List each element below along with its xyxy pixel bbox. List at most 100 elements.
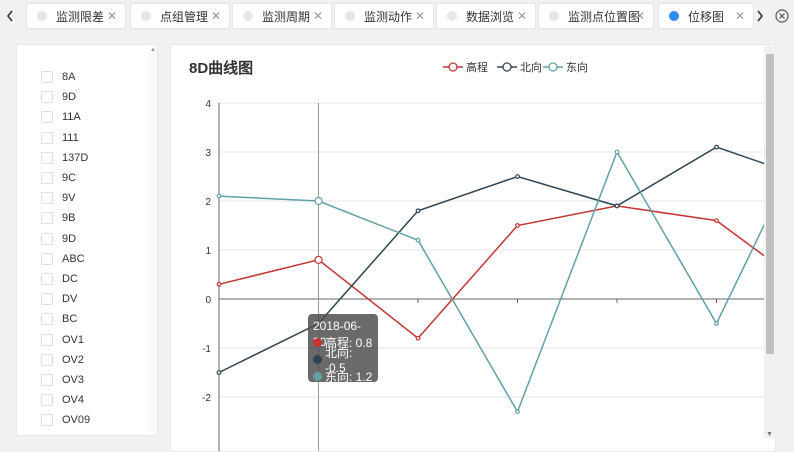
point-checkbox[interactable]: [41, 374, 53, 386]
scroll-down-icon[interactable]: ▼: [766, 431, 773, 438]
y-tick-label: 3: [205, 148, 211, 159]
tab-4[interactable]: 数据浏览 ✕: [436, 3, 536, 29]
tab-status-dot: [345, 11, 355, 21]
point-checkbox[interactable]: [41, 313, 53, 326]
point-label: DC: [62, 273, 78, 285]
point-list-item[interactable]: OV1: [41, 332, 84, 348]
data-point: [314, 196, 323, 206]
tab-label: 位移图: [688, 9, 725, 24]
point-label: OV2: [62, 353, 85, 366]
tab-0[interactable]: 监测限差 ✕: [26, 3, 126, 29]
point-checkbox[interactable]: [41, 333, 53, 346]
y-tick-label: 4: [205, 99, 211, 110]
tab-3[interactable]: 监测动作 ✕: [334, 3, 434, 29]
point-list-item[interactable]: OV09: [41, 412, 90, 428]
point-list-item[interactable]: OV57: [41, 433, 90, 435]
point-list-item[interactable]: OV2: [41, 352, 84, 368]
point-list-item[interactable]: ABC: [41, 251, 85, 267]
tab-1[interactable]: 点组管理 ✕: [130, 3, 230, 29]
point-checkbox[interactable]: [41, 192, 53, 205]
point-list-item[interactable]: 137D: [41, 150, 88, 166]
point-checkbox[interactable]: [41, 131, 53, 144]
tab-status-dot: [549, 11, 559, 21]
point-checkbox[interactable]: [41, 293, 53, 306]
tooltip-date: 2018-06-30: [313, 319, 362, 349]
close-icon[interactable]: ✕: [313, 9, 323, 23]
point-list-item[interactable]: 9C: [41, 170, 76, 186]
point-checkbox[interactable]: [41, 212, 53, 225]
point-list-item[interactable]: BC: [41, 311, 77, 327]
data-point: [415, 208, 421, 214]
point-label: 8A: [62, 71, 76, 83]
y-tick-label: 1: [205, 246, 211, 257]
data-point: [515, 174, 520, 179]
point-list-item[interactable]: 9D: [41, 231, 76, 247]
data-point: [614, 203, 620, 209]
tab-status-dot: [243, 11, 253, 21]
point-checkbox[interactable]: [41, 414, 53, 427]
page-scrollbar[interactable]: ▼: [764, 46, 776, 438]
close-icon[interactable]: ✕: [107, 9, 117, 23]
tab-label: 监测限差: [56, 9, 105, 24]
tab-status-dot: [141, 11, 151, 21]
close-icon[interactable]: ✕: [211, 9, 221, 23]
circle-close-icon[interactable]: [772, 6, 792, 26]
page-scrollbar-thumb[interactable]: [766, 54, 774, 354]
point-list-item[interactable]: 9B: [41, 210, 75, 226]
point-list-item[interactable]: 111: [41, 130, 79, 146]
point-checkbox[interactable]: [41, 353, 53, 366]
sidebar-scrollbar[interactable]: ▲: [147, 45, 157, 435]
point-label: 9V: [62, 192, 76, 205]
point-list-panel: 8A 9D 11A 111 137D 9C 9V 9B 9D ABC DC DV BC OV1 OV2 OV3…: [16, 44, 158, 436]
tab-2[interactable]: 监测周期 ✕: [232, 3, 332, 29]
legend-marker-0: [448, 62, 458, 72]
tab-label: 监测点位置图: [568, 9, 641, 24]
tab-label: 监测周期: [262, 9, 311, 24]
close-icon[interactable]: ✕: [635, 9, 645, 23]
point-checkbox[interactable]: [41, 434, 53, 435]
point-list-item[interactable]: 9V: [41, 190, 75, 206]
point-checkbox[interactable]: [41, 273, 53, 285]
point-checkbox[interactable]: [41, 91, 53, 104]
scroll-up-icon[interactable]: ▲: [150, 47, 156, 53]
point-list-item[interactable]: 9D: [41, 89, 76, 105]
point-label: DV: [62, 293, 78, 306]
data-point: [515, 409, 520, 415]
point-label: OV09: [62, 414, 91, 427]
point-list-item[interactable]: DV: [41, 291, 77, 307]
tooltip-row-east: 东向: 1.2: [313, 368, 373, 385]
tooltip-marker-north: [313, 355, 322, 364]
tab-status-dot: [37, 11, 47, 21]
point-checkbox[interactable]: [41, 252, 53, 265]
data-point: [714, 321, 719, 326]
y-tick-label: 0: [205, 295, 211, 306]
data-point: [714, 218, 719, 224]
point-checkbox[interactable]: [41, 172, 53, 184]
point-label: BC: [62, 313, 78, 326]
chevron-left-icon[interactable]: [0, 0, 20, 32]
point-list-item[interactable]: DC: [41, 271, 78, 287]
point-checkbox[interactable]: [41, 151, 53, 164]
close-icon[interactable]: ✕: [735, 9, 745, 23]
chart-title: 8D曲线图: [189, 59, 253, 77]
tab-label: 监测动作: [364, 9, 413, 24]
point-checkbox[interactable]: [41, 394, 53, 407]
close-icon[interactable]: ✕: [517, 9, 527, 23]
point-checkbox[interactable]: [41, 71, 53, 83]
tooltip-marker-east: [313, 372, 322, 381]
tab-5[interactable]: 监测点位置图 ✕: [538, 3, 654, 29]
point-checkbox[interactable]: [41, 111, 53, 124]
tab-6[interactable]: 位移图 ✕: [658, 3, 754, 29]
close-icon[interactable]: ✕: [415, 9, 425, 23]
point-list-item[interactable]: 8A: [41, 69, 75, 85]
point-label: OV3: [62, 374, 85, 386]
data-point: [314, 255, 323, 264]
tab-status-dot: [669, 11, 679, 21]
point-checkbox[interactable]: [41, 232, 53, 245]
point-list-item[interactable]: OV3: [41, 372, 84, 388]
chevron-right-icon[interactable]: [750, 0, 770, 32]
point-list-item[interactable]: 11A: [41, 109, 81, 125]
data-point: [216, 370, 222, 375]
legend-label-1: 北向: [520, 60, 542, 74]
point-list-item[interactable]: OV4: [41, 392, 84, 408]
